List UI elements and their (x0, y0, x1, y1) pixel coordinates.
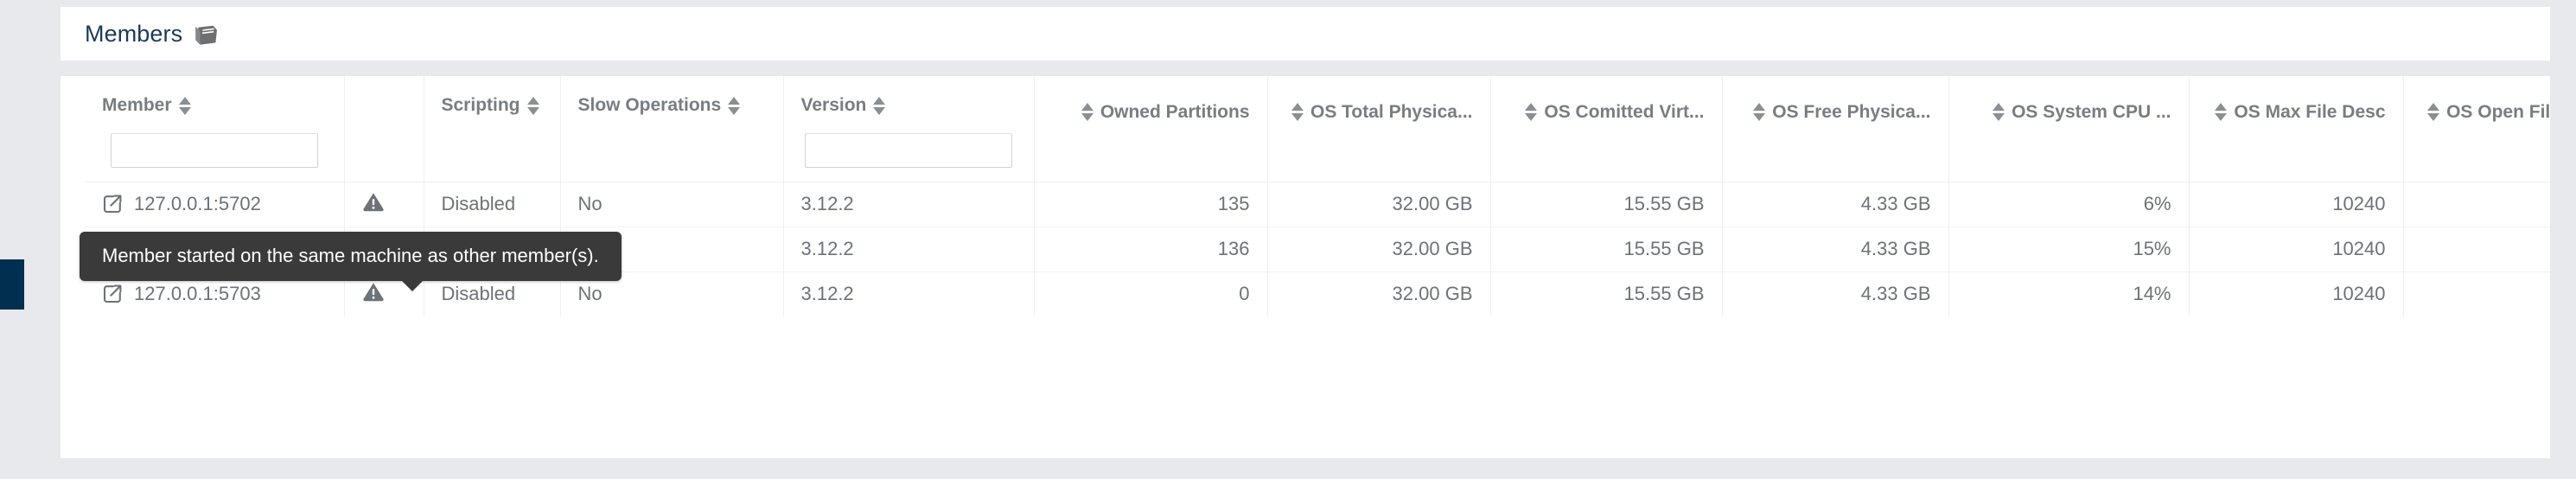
column-header-label: OS Comitted Virt... (1544, 101, 1705, 122)
external-link-icon[interactable] (102, 284, 123, 304)
cell-slow-operations: No (560, 182, 784, 227)
table-filter-row (85, 133, 2550, 182)
column-filter-cell (783, 133, 1035, 182)
cell-os-comitted-virtual: 15.55 GB (1490, 182, 1723, 227)
column-filter-cell (1490, 133, 1723, 182)
table-head: Member Scripting Slow Operations Version Own… (85, 76, 2550, 182)
cell-os-free-physical: 4.33 GB (1722, 227, 1949, 272)
warning-triangle-icon[interactable] (362, 281, 385, 302)
cell-os-open-file-desc: 117 (2403, 271, 2550, 316)
column-filter-cell (85, 133, 345, 182)
cell-os-total-physical: 32.00 GB (1267, 271, 1491, 316)
column-header-os-free-physica[interactable]: OS Free Physica... (1722, 76, 1949, 133)
column-header-owned-partitions[interactable]: Owned Partitions (1034, 76, 1268, 133)
sort-toggle-icon[interactable] (526, 96, 539, 115)
cell-os-total-physical: 32.00 GB (1267, 182, 1491, 227)
column-filter-cell (344, 133, 424, 182)
cell-scripting: Disabled (424, 182, 561, 227)
cell-owned-partitions: 136 (1034, 227, 1268, 272)
tooltip-arrow-icon (401, 280, 424, 291)
column-filter-cell (1267, 133, 1491, 182)
column-header-label: OS Open File Desc (2446, 101, 2550, 122)
column-header-os-open-file-desc[interactable]: OS Open File Desc (2403, 76, 2550, 133)
cell-os-open-file-desc: 117 (2403, 227, 2550, 272)
sort-toggle-icon[interactable] (1081, 103, 1094, 121)
column-filter-cell (1948, 133, 2190, 182)
column-header-label: Version (800, 95, 867, 115)
table-row[interactable]: 127.0.0.1:5702 Disabled No 3.12.2 135 32.00 G… (85, 182, 2550, 227)
column-header-member[interactable]: Member (85, 76, 345, 133)
filter-input-member[interactable] (110, 133, 318, 168)
member-cell[interactable]: 127.0.0.1:5702 (85, 182, 345, 227)
cell-version: 3.12.2 (783, 271, 1035, 316)
sort-toggle-icon[interactable] (178, 96, 191, 115)
column-header-label: OS Free Physica... (1772, 101, 1931, 122)
tooltip-text: Member started on the same machine as ot… (102, 245, 599, 266)
sort-toggle-icon[interactable] (873, 96, 886, 115)
column-header-version[interactable]: Version (783, 76, 1035, 133)
cell-owned-partitions: 0 (1034, 271, 1268, 316)
column-filter-cell (560, 133, 784, 182)
sidebar-accent-strip (0, 259, 24, 310)
cell-os-total-physical: 32.00 GB (1267, 227, 1491, 272)
warning-triangle-icon[interactable] (362, 191, 385, 212)
cell-os-max-file-desc: 10240 (2189, 182, 2404, 227)
member-status-cell[interactable] (344, 182, 424, 227)
book-icon[interactable] (194, 25, 218, 46)
column-filter-cell (424, 133, 561, 182)
table-header-row: Member Scripting Slow Operations Version Own… (85, 76, 2550, 133)
members-title-card: Members (61, 7, 2550, 61)
column-header-os-comitted-virt[interactable]: OS Comitted Virt... (1490, 76, 1723, 133)
column-filter-cell (1034, 133, 1268, 182)
column-header-os-total-physica[interactable]: OS Total Physica... (1267, 76, 1491, 133)
cell-owned-partitions: 135 (1034, 182, 1268, 227)
cell-os-free-physical: 4.33 GB (1722, 182, 1949, 227)
cell-os-system-cpu: 6% (1948, 182, 2190, 227)
column-header-scripting[interactable]: Scripting (424, 76, 561, 133)
column-header-label: Slow Operations (577, 95, 722, 115)
column-filter-cell (2403, 133, 2550, 182)
page-title: Members (85, 20, 183, 47)
column-header-label: Member (102, 95, 172, 115)
cell-os-system-cpu: 15% (1948, 227, 2190, 272)
column-header-label: Scripting (441, 95, 520, 115)
member-warning-tooltip: Member started on the same machine as ot… (80, 232, 622, 291)
sort-toggle-icon[interactable] (1525, 103, 1538, 121)
column-header-label: OS Total Physica... (1310, 101, 1473, 122)
sort-toggle-icon[interactable] (2427, 103, 2440, 121)
member-address: 127.0.0.1:5703 (134, 283, 261, 305)
cell-os-free-physical: 4.33 GB (1722, 271, 1949, 316)
sort-toggle-icon[interactable] (1993, 103, 2005, 121)
cell-os-comitted-virtual: 15.55 GB (1490, 227, 1723, 272)
column-header-os-system-cpu[interactable]: OS System CPU ... (1948, 76, 2190, 133)
cell-version: 3.12.2 (783, 227, 1035, 272)
cell-os-comitted-virtual: 15.55 GB (1490, 271, 1723, 316)
column-header-label: Owned Partitions (1100, 101, 1250, 122)
column-header-status (344, 76, 424, 133)
page-content: Members Member Scripting Slow Operations Ve… (61, 0, 2550, 479)
external-link-icon[interactable] (102, 194, 123, 214)
sort-toggle-icon[interactable] (728, 96, 741, 115)
sort-toggle-icon[interactable] (1753, 103, 1766, 121)
column-header-slow-operations[interactable]: Slow Operations (560, 76, 784, 133)
cell-os-system-cpu: 14% (1948, 271, 2190, 316)
column-header-label: OS System CPU ... (2012, 101, 2171, 122)
cell-os-max-file-desc: 10240 (2189, 271, 2404, 316)
cell-os-open-file-desc: 117 (2403, 182, 2550, 227)
sort-toggle-icon[interactable] (1291, 103, 1304, 121)
column-header-os-max-file-desc[interactable]: OS Max File Desc (2189, 76, 2404, 133)
column-filter-cell (2189, 133, 2404, 182)
column-filter-cell (1722, 133, 1949, 182)
sort-toggle-icon[interactable] (2215, 103, 2228, 121)
cell-version: 3.12.2 (783, 182, 1035, 227)
member-address: 127.0.0.1:5702 (134, 193, 261, 214)
column-header-label: OS Max File Desc (2234, 101, 2386, 122)
cell-os-max-file-desc: 10240 (2189, 227, 2404, 272)
filter-input-version[interactable] (805, 133, 1012, 168)
